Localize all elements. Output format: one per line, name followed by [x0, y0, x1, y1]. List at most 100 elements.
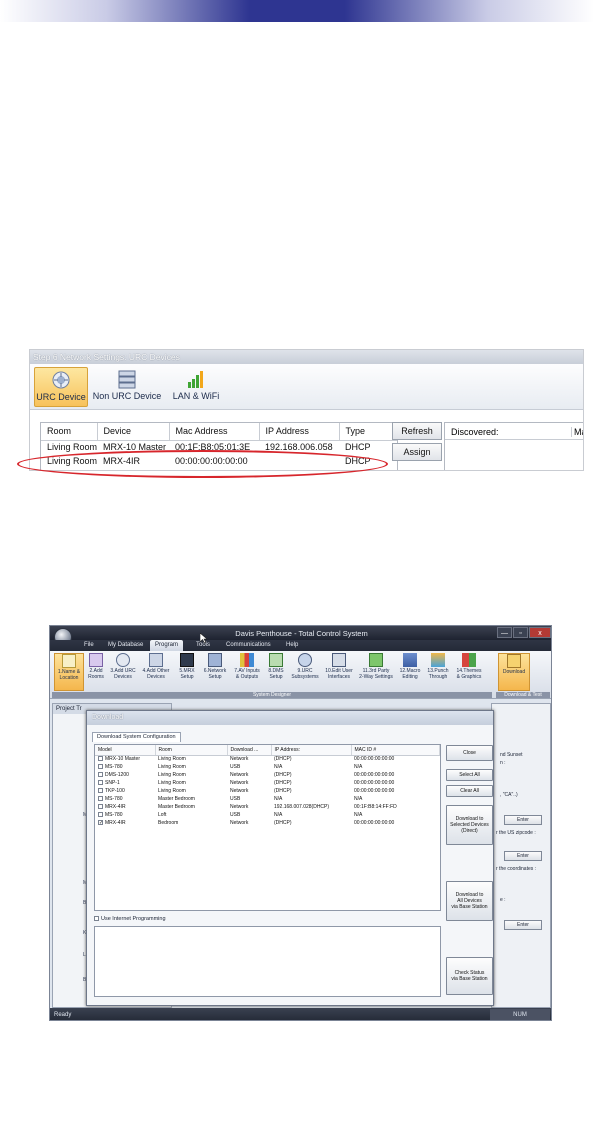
close-button[interactable]: Close [446, 745, 493, 761]
ribbon-name-location[interactable]: 1.Name & Location [54, 653, 84, 691]
row-checkbox[interactable] [98, 812, 103, 818]
ribbon-mrx-setup[interactable]: 5.MRX Setup [175, 653, 199, 691]
use-internet-checkbox[interactable]: Use Internet Programming [94, 916, 166, 922]
col-type[interactable]: Type [339, 423, 398, 441]
menu-file[interactable]: File [84, 642, 94, 648]
ribbon-urc-subsystems[interactable]: 9.URC Subsystems [289, 653, 321, 691]
row-checkbox[interactable] [98, 804, 103, 810]
ribbon-punch-through[interactable]: 13.Punch Through [425, 653, 451, 691]
col-mac-address[interactable]: Mac Address [169, 423, 260, 441]
refresh-button[interactable]: Refresh [392, 422, 442, 440]
menu-program[interactable]: Program [150, 640, 184, 651]
col-model[interactable]: Model [95, 745, 156, 756]
lan-wifi-button[interactable]: LAN & WiFi [170, 367, 222, 407]
window-title: Davis Penthouse - Total Control System [235, 629, 368, 638]
punch-through-icon [431, 653, 445, 667]
table-row[interactable]: MRX-4IR Master Bedroom Network 192.168.007.… [95, 803, 440, 811]
col-device[interactable]: Device [97, 423, 170, 441]
urc-subsystems-icon [298, 653, 312, 667]
action-buttons: Refresh Assign [392, 422, 444, 464]
window-titlebar: Davis Penthouse - Total Control System —… [50, 626, 551, 640]
urc-device-button[interactable]: URC Device [34, 367, 88, 407]
discovered-panel: Discovered: Ma [444, 422, 583, 470]
ribbon-edit-ui[interactable]: 10.Edit User Interfaces [323, 653, 355, 691]
urc-device-icon [52, 371, 70, 389]
ribbon-dms-setup[interactable]: 8.DMS Setup [265, 653, 287, 691]
menu-my-database[interactable]: My Database [108, 642, 143, 648]
name-location-icon [62, 654, 76, 668]
maximize-button[interactable]: ▫ [513, 627, 528, 638]
table-row[interactable]: SNP-1 Living Room Network (DHCP) 00:00:00:00… [95, 779, 440, 787]
enter-button[interactable]: Enter [504, 851, 542, 861]
table-row[interactable]: MS-780 Loft USB N/A N/A [95, 811, 440, 819]
col-mac-id[interactable]: MAC ID # [351, 745, 440, 756]
enter-button[interactable]: Enter [504, 815, 542, 825]
col-ip-address[interactable]: IP Address: [271, 745, 352, 756]
table-row[interactable]: DMS-1200 Living Room Network (DHCP) 00:00:00… [95, 771, 440, 779]
table-row[interactable]: MS-780 Living Room USB N/A N/A [95, 763, 440, 771]
tree-item[interactable]: Be [57, 977, 89, 983]
ribbon-download[interactable]: Download [498, 653, 530, 691]
col-room[interactable]: Room [41, 423, 98, 441]
header-gradient-bar [0, 0, 594, 22]
download-dialog: Download Download System Configuration M… [86, 710, 494, 1006]
non-urc-device-button[interactable]: Non URC Device [92, 367, 162, 407]
col-download[interactable]: Download ... [227, 745, 272, 756]
table-row[interactable]: ✓ MRX-4IR Bedroom Network (DHCP) 00:00:00:00:… [95, 819, 440, 827]
ribbon-av-inputs[interactable]: 7.AV Inputs & Outputs [231, 653, 263, 691]
themes-graphics-icon [462, 653, 476, 667]
table-row[interactable]: MRX-10 Master Living Room Network (DHCP) 00:… [95, 755, 440, 763]
assign-button[interactable]: Assign [392, 443, 442, 461]
tree-item[interactable]: Bri [57, 900, 89, 906]
ribbon-add-urc-devices[interactable]: 3.Add URC Devices [108, 653, 138, 691]
non-urc-device-icon [118, 370, 136, 389]
minimize-button[interactable]: — [497, 627, 512, 638]
lan-wifi-icon [188, 371, 203, 388]
ribbon-add-rooms[interactable]: 2.Add Rooms [86, 653, 106, 691]
menu-help[interactable]: Help [286, 642, 298, 648]
group-system-designer: System Designer [52, 692, 492, 698]
row-checkbox[interactable] [98, 788, 103, 794]
row-checkbox[interactable]: ✓ [98, 820, 103, 826]
device-list: Model Room Download ... IP Address: MAC … [94, 744, 441, 911]
tcs-download-screenshot: Davis Penthouse - Total Control System —… [49, 625, 552, 1021]
row-checkbox[interactable] [98, 772, 103, 778]
av-inputs-icon [240, 653, 254, 667]
checkbox[interactable] [94, 916, 99, 922]
col-ip-address[interactable]: IP Address [259, 423, 340, 441]
ribbon-third-party[interactable]: 11.3rd Party 2-Way Settings [357, 653, 395, 691]
mouse-cursor-icon [200, 633, 208, 643]
row-checkbox[interactable] [98, 764, 103, 770]
table-row[interactable]: TKP-100 Living Room Network (DHCP) 00:00:00:… [95, 787, 440, 795]
download-all-button[interactable]: Download to All Devices via Base Station [446, 881, 493, 921]
col-room[interactable]: Room [155, 745, 228, 756]
tree-item[interactable]: Ma [57, 812, 90, 818]
tree-item[interactable]: Kit [57, 930, 89, 936]
menu-communications[interactable]: Communications [226, 642, 271, 648]
row-checkbox[interactable] [98, 780, 103, 786]
status-ready: Ready [54, 1012, 72, 1018]
download-selected-button[interactable]: Download to Selected Devices (Direct) [446, 805, 493, 845]
edit-ui-icon [332, 653, 346, 667]
row-checkbox[interactable] [98, 756, 103, 762]
table-row[interactable]: MS-780 Master Bedroom USB N/A N/A [95, 795, 440, 803]
clear-all-button[interactable]: Clear All [446, 785, 493, 797]
tree-item[interactable]: Lo [57, 952, 89, 958]
close-window-button[interactable]: x [529, 627, 551, 638]
program-ribbon: 1.Name & Location 2.Add Rooms 3.Add URC … [50, 651, 551, 699]
select-all-button[interactable]: Select All [446, 769, 493, 781]
download-icon [507, 654, 521, 668]
check-status-button[interactable]: Check Status via Base Station [446, 957, 493, 995]
ribbon-add-other-devices[interactable]: 4.Add Other Devices [140, 653, 172, 691]
add-other-devices-icon [149, 653, 163, 667]
macro-editing-icon [403, 653, 417, 667]
tab-download-system-configuration[interactable]: Download System Configuration [92, 732, 181, 742]
enter-button[interactable]: Enter [504, 920, 542, 930]
dialog-title: Download [87, 711, 493, 725]
tree-item[interactable]: Ma [57, 880, 90, 886]
discovered-header: Discovered: Ma [445, 423, 583, 440]
ribbon-themes-graphics[interactable]: 14.Themes & Graphics [453, 653, 485, 691]
ribbon-macro-editing[interactable]: 12.Macro Editing [397, 653, 423, 691]
ribbon-network-setup[interactable]: 6.Network Setup [201, 653, 229, 691]
row-checkbox[interactable] [98, 796, 103, 802]
